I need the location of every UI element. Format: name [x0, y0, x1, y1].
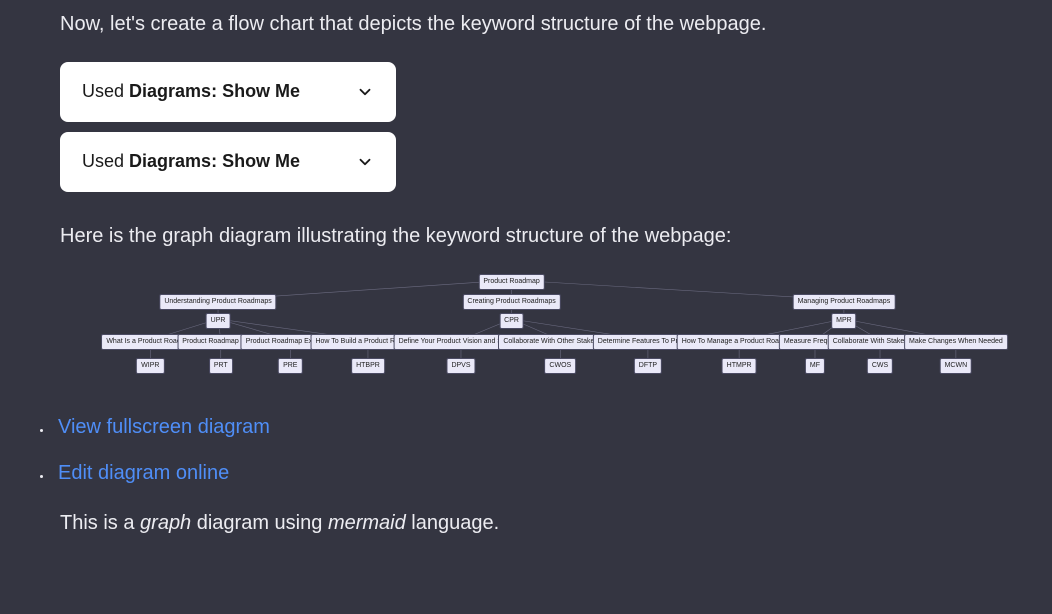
diagram-node: CWOS — [544, 358, 576, 374]
diagram-node: HTBPR — [351, 358, 385, 374]
tool-call-pill[interactable]: Used Diagrams: Show Me — [60, 132, 396, 192]
diagram-node: PRT — [209, 358, 233, 374]
tool-call-pill[interactable]: Used Diagrams: Show Me — [60, 62, 396, 122]
diagram-node: Product Roadmap — [478, 274, 544, 290]
result-paragraph: Here is the graph diagram illustrating t… — [60, 222, 992, 250]
diagram-node: WIPR — [136, 358, 164, 374]
view-fullscreen-link[interactable]: View fullscreen diagram — [58, 416, 270, 438]
diagram-node: Creating Product Roadmaps — [462, 294, 560, 310]
diagram-node: Managing Product Roadmaps — [793, 294, 896, 310]
list-item: View fullscreen diagram — [52, 413, 992, 441]
diagram-node: Make Changes When Needed — [904, 334, 1008, 350]
diagram-node: DFTP — [634, 358, 662, 374]
diagram-node: MCWN — [940, 358, 973, 374]
list-item: Edit diagram online — [52, 459, 992, 487]
diagram-node: MPR — [831, 313, 857, 329]
diagram-node: HTMPR — [722, 358, 757, 374]
chevron-down-icon — [356, 83, 374, 101]
diagram-node: CWS — [867, 358, 893, 374]
diagram-node: CPR — [499, 313, 524, 329]
edit-diagram-link[interactable]: Edit diagram online — [58, 462, 229, 484]
diagram-node: DPVS — [446, 358, 475, 374]
chevron-down-icon — [356, 153, 374, 171]
tool-call-label: Used Diagrams: Show Me — [82, 149, 300, 174]
diagram-links-list: View fullscreen diagram Edit diagram onl… — [52, 413, 992, 487]
keyword-structure-diagram: Product Roadmap Understanding Product Roa… — [60, 268, 992, 378]
diagram-node: UPR — [206, 313, 231, 329]
diagram-node: PRE — [278, 358, 302, 374]
intro-paragraph: Now, let's create a flow chart that depi… — [60, 10, 992, 38]
footer-paragraph: This is a graph diagram using mermaid la… — [60, 509, 992, 537]
diagram-node: Understanding Product Roadmaps — [159, 294, 276, 310]
tool-call-label: Used Diagrams: Show Me — [82, 79, 300, 104]
diagram-node: MF — [805, 358, 825, 374]
